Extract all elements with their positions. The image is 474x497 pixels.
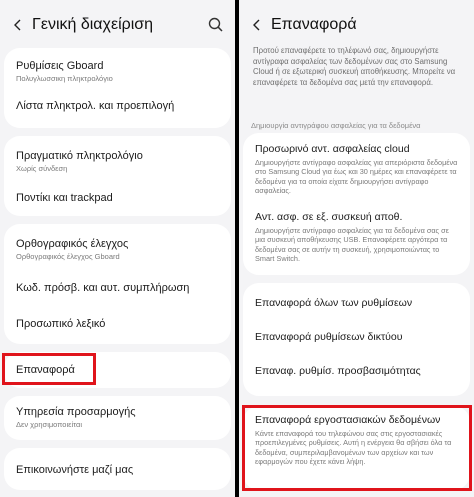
passwords-autofill-label: Κωδ. πρόσβ. και αυτ. συμπλήρωση <box>16 282 190 294</box>
cloud-backup-item[interactable]: Προσωρινό αντ. ασφαλείας cloud Δημιουργή… <box>243 143 470 195</box>
reset-options-card: Επαναφορά όλων των ρυθμίσεων Επαναφορά ρ… <box>243 283 470 396</box>
customization-service-item[interactable]: Υπηρεσία προσαρμογής Δεν χρησιμοποιείται <box>4 406 231 429</box>
header: Επαναφορά <box>239 10 474 40</box>
gboard-settings-sub: Πολυγλωσσικη πληκτρολόγιο <box>16 74 113 83</box>
intro-text: Προτού επαναφέρετε το τηλέφωνό σας, δημι… <box>253 46 456 87</box>
page-title: Γενική διαχείριση <box>32 16 154 33</box>
back-arrow-icon <box>14 19 21 31</box>
spell-check-item[interactable]: Ορθογραφικός έλεγχος Ορθογραφικός έλεγχο… <box>4 238 231 261</box>
keyboard-list-label: Λίστα πληκτρολ. και προεπιλογή <box>16 100 175 112</box>
external-backup-item[interactable]: Αντ. ασφ. σε εξ. συσκευή αποθ. Δημιουργή… <box>243 211 470 263</box>
physical-input-card: Πραγματικό πληκτρολόγιο Χωρίς σύνδεση Πο… <box>4 136 231 216</box>
keyboard-card: Ρυθμίσεις Gboard Πολυγλωσσικη πληκτρολόγ… <box>4 48 231 128</box>
reset-network-settings-label: Επαναφορά ρυθμίσεων δικτύου <box>255 331 403 343</box>
external-backup-desc: Δημιουργήστε αντίγραφο ασφαλείας για τα … <box>255 226 449 263</box>
reset-all-settings-label: Επαναφορά όλων των ρυθμίσεων <box>255 297 413 309</box>
general-management-screen: Γενική διαχείριση Ρυθμίσεις Gboard Πολυγ… <box>0 0 235 497</box>
passwords-autofill-item[interactable]: Κωδ. πρόσβ. και αυτ. συμπλήρωση <box>4 282 231 294</box>
personal-dictionary-label: Προσωπικό λεξικό <box>16 318 106 330</box>
cloud-backup-desc: Δημιουργήστε αντίγραφο ασφαλείας για απε… <box>255 158 458 195</box>
physical-keyboard-item[interactable]: Πραγματικό πληκτρολόγιο Χωρίς σύνδεση <box>4 150 231 173</box>
customization-card: Υπηρεσία προσαρμογής Δεν χρησιμοποιείται <box>4 396 231 440</box>
back-button[interactable] <box>10 10 24 40</box>
backup-section-label: Δημιουργία αντιγράφου ασφαλείας για τα δ… <box>251 121 421 130</box>
contact-card: Επικοινωνήστε μαζί μας <box>4 448 231 490</box>
reset-all-settings-item[interactable]: Επαναφορά όλων των ρυθμίσεων <box>243 297 470 309</box>
contact-us-item[interactable]: Επικοινωνήστε μαζί μας <box>4 464 231 476</box>
external-backup-title: Αντ. ασφ. σε εξ. συσκευή αποθ. <box>255 211 403 223</box>
search-button[interactable] <box>207 16 225 34</box>
backup-card: Προσωρινό αντ. ασφαλείας cloud Δημιουργή… <box>243 133 470 275</box>
personal-dictionary-item[interactable]: Προσωπικό λεξικό <box>4 318 231 330</box>
search-icon <box>208 17 223 32</box>
spell-check-sub: Ορθογραφικός έλεγχος Gboard <box>16 252 120 261</box>
reset-accessibility-settings-item[interactable]: Επαναφ. ρυθμίσ. προσβασιμότητας <box>243 365 470 377</box>
gboard-settings-label: Ρυθμίσεις Gboard <box>16 60 104 72</box>
physical-keyboard-sub: Χωρίς σύνδεση <box>16 164 68 173</box>
reset-screen: Επαναφορά Προτού επαναφέρετε το τηλέφωνό… <box>239 0 474 497</box>
customization-service-sub: Δεν χρησιμοποιείται <box>16 420 83 429</box>
mouse-trackpad-label: Ποντίκι και trackpad <box>16 192 113 204</box>
gboard-settings-item[interactable]: Ρυθμίσεις Gboard Πολυγλωσσικη πληκτρολόγ… <box>4 60 231 83</box>
physical-keyboard-label: Πραγματικό πληκτρολόγιο <box>16 150 143 162</box>
back-button[interactable] <box>249 10 263 40</box>
cloud-backup-title: Προσωρινό αντ. ασφαλείας cloud <box>255 143 410 155</box>
text-tools-card: Ορθογραφικός έλεγχος Ορθογραφικός έλεγχο… <box>4 224 231 344</box>
page-title: Επαναφορά <box>271 16 357 33</box>
customization-service-label: Υπηρεσία προσαρμογής <box>16 406 136 418</box>
reset-highlight <box>2 353 96 385</box>
back-arrow-icon <box>253 19 260 31</box>
reset-network-settings-item[interactable]: Επαναφορά ρυθμίσεων δικτύου <box>243 331 470 343</box>
spell-check-label: Ορθογραφικός έλεγχος <box>16 238 129 250</box>
factory-reset-highlight <box>242 405 472 491</box>
contact-us-label: Επικοινωνήστε μαζί μας <box>16 464 134 476</box>
header: Γενική διαχείριση <box>0 10 235 40</box>
reset-accessibility-settings-label: Επαναφ. ρυθμίσ. προσβασιμότητας <box>255 365 421 377</box>
mouse-trackpad-item[interactable]: Ποντίκι και trackpad <box>4 192 231 204</box>
keyboard-list-item[interactable]: Λίστα πληκτρολ. και προεπιλογή <box>4 100 231 112</box>
